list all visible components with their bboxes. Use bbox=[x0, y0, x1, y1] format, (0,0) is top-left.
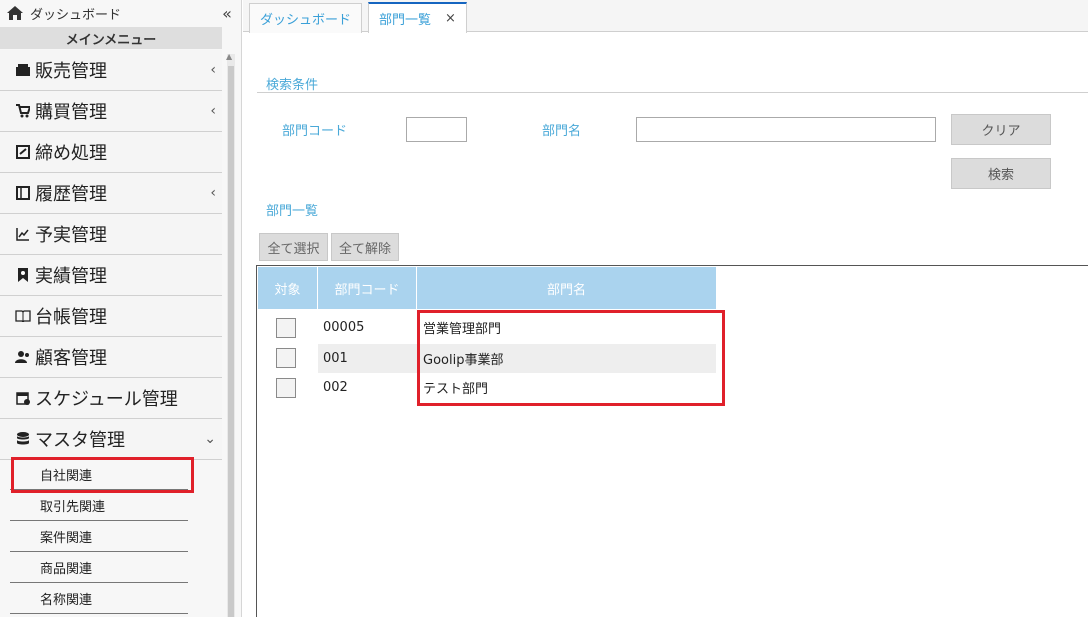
chevron-down-icon: ⌄ bbox=[204, 431, 216, 447]
scrollbar-thumb[interactable] bbox=[228, 66, 234, 617]
menu-item-results[interactable]: 実績管理 bbox=[0, 255, 222, 296]
row-code: 001 bbox=[323, 351, 348, 366]
submenu-item-names[interactable]: 名称関連 bbox=[0, 583, 222, 614]
sidebar: ダッシュボード « メインメニュー 販売管理 ‹ 購買管理 ‹ 締め処理 履歴管… bbox=[0, 0, 242, 617]
highlight-box-names bbox=[417, 310, 725, 406]
menu-item-label: 実績管理 bbox=[35, 266, 107, 287]
menu-item-label: スケジュール管理 bbox=[35, 389, 178, 410]
menu-item-ledger[interactable]: 台帳管理 bbox=[0, 296, 222, 337]
tab-dashboard[interactable]: ダッシュボード bbox=[249, 3, 363, 33]
tab-label: 部門一覧 bbox=[379, 13, 432, 28]
chevron-left-icon: ‹ bbox=[210, 62, 216, 78]
search-section-title: 検索条件 bbox=[266, 78, 319, 93]
clear-button[interactable]: クリア bbox=[951, 114, 1051, 145]
home-icon bbox=[7, 6, 23, 20]
dashboard-link[interactable]: ダッシュボード bbox=[0, 0, 210, 26]
deselect-all-button[interactable]: 全て解除 bbox=[331, 233, 399, 261]
select-all-button[interactable]: 全て選択 bbox=[259, 233, 328, 261]
menu-item-customers[interactable]: 顧客管理 bbox=[0, 337, 222, 378]
book-icon bbox=[15, 185, 31, 201]
department-name-input[interactable] bbox=[636, 117, 936, 142]
menu-item-label: 履歴管理 bbox=[35, 184, 107, 205]
submenu-item-products[interactable]: 商品関連 bbox=[0, 552, 222, 583]
menu-item-master[interactable]: マスタ管理 ⌄ bbox=[0, 419, 222, 460]
row-checkbox[interactable] bbox=[276, 318, 296, 338]
divider bbox=[257, 92, 1088, 93]
tab-department-list[interactable]: 部門一覧 × bbox=[368, 2, 467, 33]
menu-item-budget[interactable]: 予実管理 bbox=[0, 214, 222, 255]
menu-item-label: 販売管理 bbox=[35, 61, 107, 82]
menu-item-label: マスタ管理 bbox=[35, 430, 125, 451]
chart-line-icon bbox=[15, 226, 31, 242]
tab-bar: ダッシュボード 部門一覧 × bbox=[243, 0, 1088, 33]
calendar-icon bbox=[15, 390, 31, 406]
menu-item-closing[interactable]: 締め処理 bbox=[0, 132, 222, 173]
chevron-left-icon: ‹ bbox=[210, 103, 216, 119]
main-menu: 販売管理 ‹ 購買管理 ‹ 締め処理 履歴管理 ‹ 予実管理 実績管理 台帳管理… bbox=[0, 50, 222, 460]
menu-item-label: 購買管理 bbox=[35, 102, 107, 123]
close-icon[interactable]: × bbox=[445, 11, 456, 26]
column-header-name[interactable]: 部門名 bbox=[417, 267, 716, 309]
row-code: 002 bbox=[323, 380, 348, 395]
tab-label: ダッシュボード bbox=[260, 13, 352, 28]
cart-icon bbox=[15, 103, 31, 119]
search-button[interactable]: 検索 bbox=[951, 158, 1051, 189]
checkbox-icon bbox=[15, 144, 31, 160]
menu-item-sales[interactable]: 販売管理 ‹ bbox=[0, 50, 222, 91]
bookmark-icon bbox=[15, 267, 31, 283]
users-icon bbox=[15, 349, 31, 365]
register-icon bbox=[15, 62, 31, 78]
submenu-item-projects[interactable]: 案件関連 bbox=[0, 521, 222, 552]
menu-item-history[interactable]: 履歴管理 ‹ bbox=[0, 173, 222, 214]
chevron-left-icon: ‹ bbox=[210, 185, 216, 201]
menu-item-label: 予実管理 bbox=[35, 225, 107, 246]
department-code-label: 部門コード bbox=[282, 124, 348, 139]
sidebar-scrollbar[interactable] bbox=[227, 54, 235, 617]
highlight-box-company bbox=[11, 457, 194, 493]
row-checkbox[interactable] bbox=[276, 378, 296, 398]
list-section-title: 部門一覧 bbox=[266, 204, 319, 219]
department-code-input[interactable] bbox=[406, 117, 467, 142]
menu-item-purchase[interactable]: 購買管理 ‹ bbox=[0, 91, 222, 132]
row-code: 00005 bbox=[323, 320, 365, 335]
main-menu-title: メインメニュー bbox=[0, 27, 222, 49]
menu-item-label: 顧客管理 bbox=[35, 348, 107, 369]
database-icon bbox=[15, 431, 31, 447]
menu-item-schedule[interactable]: スケジュール管理 bbox=[0, 378, 222, 419]
dashboard-link-label: ダッシュボード bbox=[30, 7, 122, 23]
open-book-icon bbox=[15, 308, 31, 324]
column-header-code[interactable]: 部門コード bbox=[318, 267, 417, 309]
department-name-label: 部門名 bbox=[542, 124, 582, 139]
collapse-sidebar-button[interactable]: « bbox=[212, 0, 242, 26]
menu-item-label: 台帳管理 bbox=[35, 307, 107, 328]
menu-item-label: 締め処理 bbox=[35, 143, 107, 164]
column-header-target[interactable]: 対象 bbox=[258, 267, 318, 309]
row-checkbox[interactable] bbox=[276, 348, 296, 368]
submenu-item-partners[interactable]: 取引先関連 bbox=[0, 490, 222, 521]
scroll-up-arrow[interactable]: ▲ bbox=[226, 52, 236, 62]
